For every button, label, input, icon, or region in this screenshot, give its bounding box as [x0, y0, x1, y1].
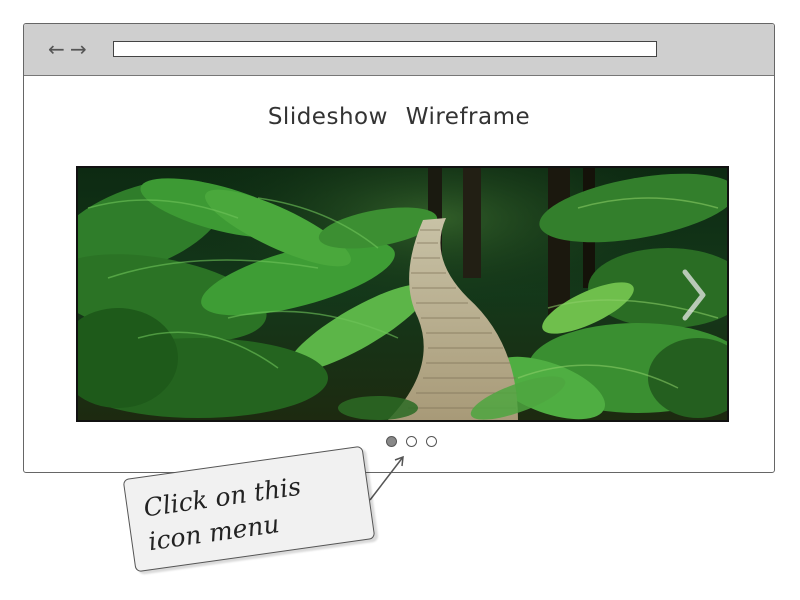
slideshow-image[interactable] — [76, 166, 729, 422]
slide-dot-1[interactable] — [386, 436, 397, 447]
slide-dot-3[interactable] — [426, 436, 437, 447]
browser-window: ← → Slideshow Wireframe — [23, 23, 775, 473]
address-bar[interactable] — [113, 41, 657, 57]
arrow-right-icon[interactable]: → — [70, 37, 87, 61]
arrow-left-icon[interactable]: ← — [48, 37, 65, 61]
annotation-text: Click on this icon menu — [141, 471, 303, 557]
chevron-right-icon[interactable] — [679, 268, 709, 322]
slide-dot-2[interactable] — [406, 436, 417, 447]
browser-toolbar: ← → — [24, 24, 774, 76]
page-title: Slideshow Wireframe — [267, 104, 531, 130]
wireframe-canvas: ← → Slideshow Wireframe Click on this ic… — [0, 0, 800, 600]
forest-photo — [78, 168, 727, 420]
